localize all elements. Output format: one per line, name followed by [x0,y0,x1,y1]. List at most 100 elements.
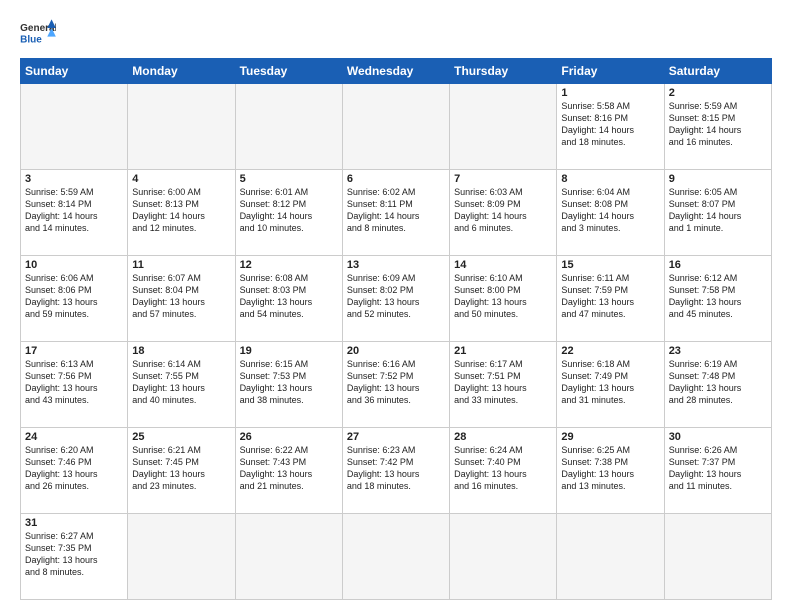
day-number: 15 [561,259,659,271]
calendar-cell [342,84,449,170]
day-number: 8 [561,173,659,185]
calendar-cell: 29Sunrise: 6:25 AM Sunset: 7:38 PM Dayli… [557,428,664,514]
day-number: 1 [561,87,659,99]
calendar-cell: 3Sunrise: 5:59 AM Sunset: 8:14 PM Daylig… [21,170,128,256]
calendar-cell: 19Sunrise: 6:15 AM Sunset: 7:53 PM Dayli… [235,342,342,428]
day-info: Sunrise: 6:06 AM Sunset: 8:06 PM Dayligh… [25,272,123,321]
day-info: Sunrise: 6:19 AM Sunset: 7:48 PM Dayligh… [669,358,767,407]
day-info: Sunrise: 6:00 AM Sunset: 8:13 PM Dayligh… [132,186,230,235]
day-info: Sunrise: 6:27 AM Sunset: 7:35 PM Dayligh… [25,530,123,579]
day-info: Sunrise: 6:13 AM Sunset: 7:56 PM Dayligh… [25,358,123,407]
calendar-cell: 4Sunrise: 6:00 AM Sunset: 8:13 PM Daylig… [128,170,235,256]
day-info: Sunrise: 5:59 AM Sunset: 8:14 PM Dayligh… [25,186,123,235]
day-info: Sunrise: 6:09 AM Sunset: 8:02 PM Dayligh… [347,272,445,321]
calendar-cell: 16Sunrise: 6:12 AM Sunset: 7:58 PM Dayli… [664,256,771,342]
day-info: Sunrise: 6:15 AM Sunset: 7:53 PM Dayligh… [240,358,338,407]
day-number: 22 [561,345,659,357]
day-number: 28 [454,431,552,443]
calendar-cell: 21Sunrise: 6:17 AM Sunset: 7:51 PM Dayli… [450,342,557,428]
weekday-thursday: Thursday [450,59,557,84]
weekday-wednesday: Wednesday [342,59,449,84]
calendar-cell: 10Sunrise: 6:06 AM Sunset: 8:06 PM Dayli… [21,256,128,342]
day-number: 27 [347,431,445,443]
day-info: Sunrise: 6:23 AM Sunset: 7:42 PM Dayligh… [347,444,445,493]
weekday-header-row: SundayMondayTuesdayWednesdayThursdayFrid… [21,59,772,84]
day-number: 25 [132,431,230,443]
calendar-cell [450,84,557,170]
calendar-cell [128,514,235,600]
svg-text:Blue: Blue [20,34,42,45]
day-number: 13 [347,259,445,271]
day-info: Sunrise: 6:17 AM Sunset: 7:51 PM Dayligh… [454,358,552,407]
calendar-cell [557,514,664,600]
week-row-5: 24Sunrise: 6:20 AM Sunset: 7:46 PM Dayli… [21,428,772,514]
calendar-cell: 5Sunrise: 6:01 AM Sunset: 8:12 PM Daylig… [235,170,342,256]
calendar-cell: 7Sunrise: 6:03 AM Sunset: 8:09 PM Daylig… [450,170,557,256]
day-info: Sunrise: 6:04 AM Sunset: 8:08 PM Dayligh… [561,186,659,235]
day-info: Sunrise: 6:05 AM Sunset: 8:07 PM Dayligh… [669,186,767,235]
day-info: Sunrise: 6:08 AM Sunset: 8:03 PM Dayligh… [240,272,338,321]
day-number: 11 [132,259,230,271]
day-number: 9 [669,173,767,185]
calendar-cell: 6Sunrise: 6:02 AM Sunset: 8:11 PM Daylig… [342,170,449,256]
day-info: Sunrise: 6:21 AM Sunset: 7:45 PM Dayligh… [132,444,230,493]
calendar-cell: 14Sunrise: 6:10 AM Sunset: 8:00 PM Dayli… [450,256,557,342]
day-number: 3 [25,173,123,185]
day-info: Sunrise: 6:14 AM Sunset: 7:55 PM Dayligh… [132,358,230,407]
day-number: 30 [669,431,767,443]
calendar-cell: 31Sunrise: 6:27 AM Sunset: 7:35 PM Dayli… [21,514,128,600]
day-info: Sunrise: 6:20 AM Sunset: 7:46 PM Dayligh… [25,444,123,493]
weekday-saturday: Saturday [664,59,771,84]
calendar-cell: 28Sunrise: 6:24 AM Sunset: 7:40 PM Dayli… [450,428,557,514]
logo: General Blue [20,18,56,48]
day-number: 31 [25,517,123,529]
calendar-cell: 23Sunrise: 6:19 AM Sunset: 7:48 PM Dayli… [664,342,771,428]
day-number: 14 [454,259,552,271]
weekday-friday: Friday [557,59,664,84]
header: General Blue [20,18,772,48]
calendar-cell [342,514,449,600]
calendar-cell: 27Sunrise: 6:23 AM Sunset: 7:42 PM Dayli… [342,428,449,514]
calendar-cell: 26Sunrise: 6:22 AM Sunset: 7:43 PM Dayli… [235,428,342,514]
calendar-cell [128,84,235,170]
day-number: 2 [669,87,767,99]
generalblue-icon: General Blue [20,18,56,48]
day-info: Sunrise: 6:18 AM Sunset: 7:49 PM Dayligh… [561,358,659,407]
calendar-cell: 24Sunrise: 6:20 AM Sunset: 7:46 PM Dayli… [21,428,128,514]
day-info: Sunrise: 6:22 AM Sunset: 7:43 PM Dayligh… [240,444,338,493]
calendar-cell: 8Sunrise: 6:04 AM Sunset: 8:08 PM Daylig… [557,170,664,256]
day-info: Sunrise: 6:11 AM Sunset: 7:59 PM Dayligh… [561,272,659,321]
day-number: 16 [669,259,767,271]
weekday-tuesday: Tuesday [235,59,342,84]
page: General Blue SundayMondayTuesdayWednesda… [0,0,792,612]
week-row-4: 17Sunrise: 6:13 AM Sunset: 7:56 PM Dayli… [21,342,772,428]
day-number: 7 [454,173,552,185]
day-info: Sunrise: 6:01 AM Sunset: 8:12 PM Dayligh… [240,186,338,235]
day-info: Sunrise: 6:16 AM Sunset: 7:52 PM Dayligh… [347,358,445,407]
day-info: Sunrise: 6:12 AM Sunset: 7:58 PM Dayligh… [669,272,767,321]
weekday-monday: Monday [128,59,235,84]
day-info: Sunrise: 6:25 AM Sunset: 7:38 PM Dayligh… [561,444,659,493]
week-row-6: 31Sunrise: 6:27 AM Sunset: 7:35 PM Dayli… [21,514,772,600]
calendar-cell: 20Sunrise: 6:16 AM Sunset: 7:52 PM Dayli… [342,342,449,428]
calendar-cell: 11Sunrise: 6:07 AM Sunset: 8:04 PM Dayli… [128,256,235,342]
calendar-cell: 2Sunrise: 5:59 AM Sunset: 8:15 PM Daylig… [664,84,771,170]
calendar-cell: 15Sunrise: 6:11 AM Sunset: 7:59 PM Dayli… [557,256,664,342]
day-number: 23 [669,345,767,357]
weekday-sunday: Sunday [21,59,128,84]
day-number: 18 [132,345,230,357]
calendar-cell [235,84,342,170]
day-number: 29 [561,431,659,443]
day-info: Sunrise: 6:03 AM Sunset: 8:09 PM Dayligh… [454,186,552,235]
calendar-cell: 22Sunrise: 6:18 AM Sunset: 7:49 PM Dayli… [557,342,664,428]
calendar-cell [21,84,128,170]
calendar-cell: 9Sunrise: 6:05 AM Sunset: 8:07 PM Daylig… [664,170,771,256]
calendar-cell: 30Sunrise: 6:26 AM Sunset: 7:37 PM Dayli… [664,428,771,514]
day-number: 12 [240,259,338,271]
day-number: 21 [454,345,552,357]
day-number: 10 [25,259,123,271]
calendar-cell [450,514,557,600]
calendar-cell: 13Sunrise: 6:09 AM Sunset: 8:02 PM Dayli… [342,256,449,342]
day-info: Sunrise: 6:26 AM Sunset: 7:37 PM Dayligh… [669,444,767,493]
day-info: Sunrise: 6:02 AM Sunset: 8:11 PM Dayligh… [347,186,445,235]
